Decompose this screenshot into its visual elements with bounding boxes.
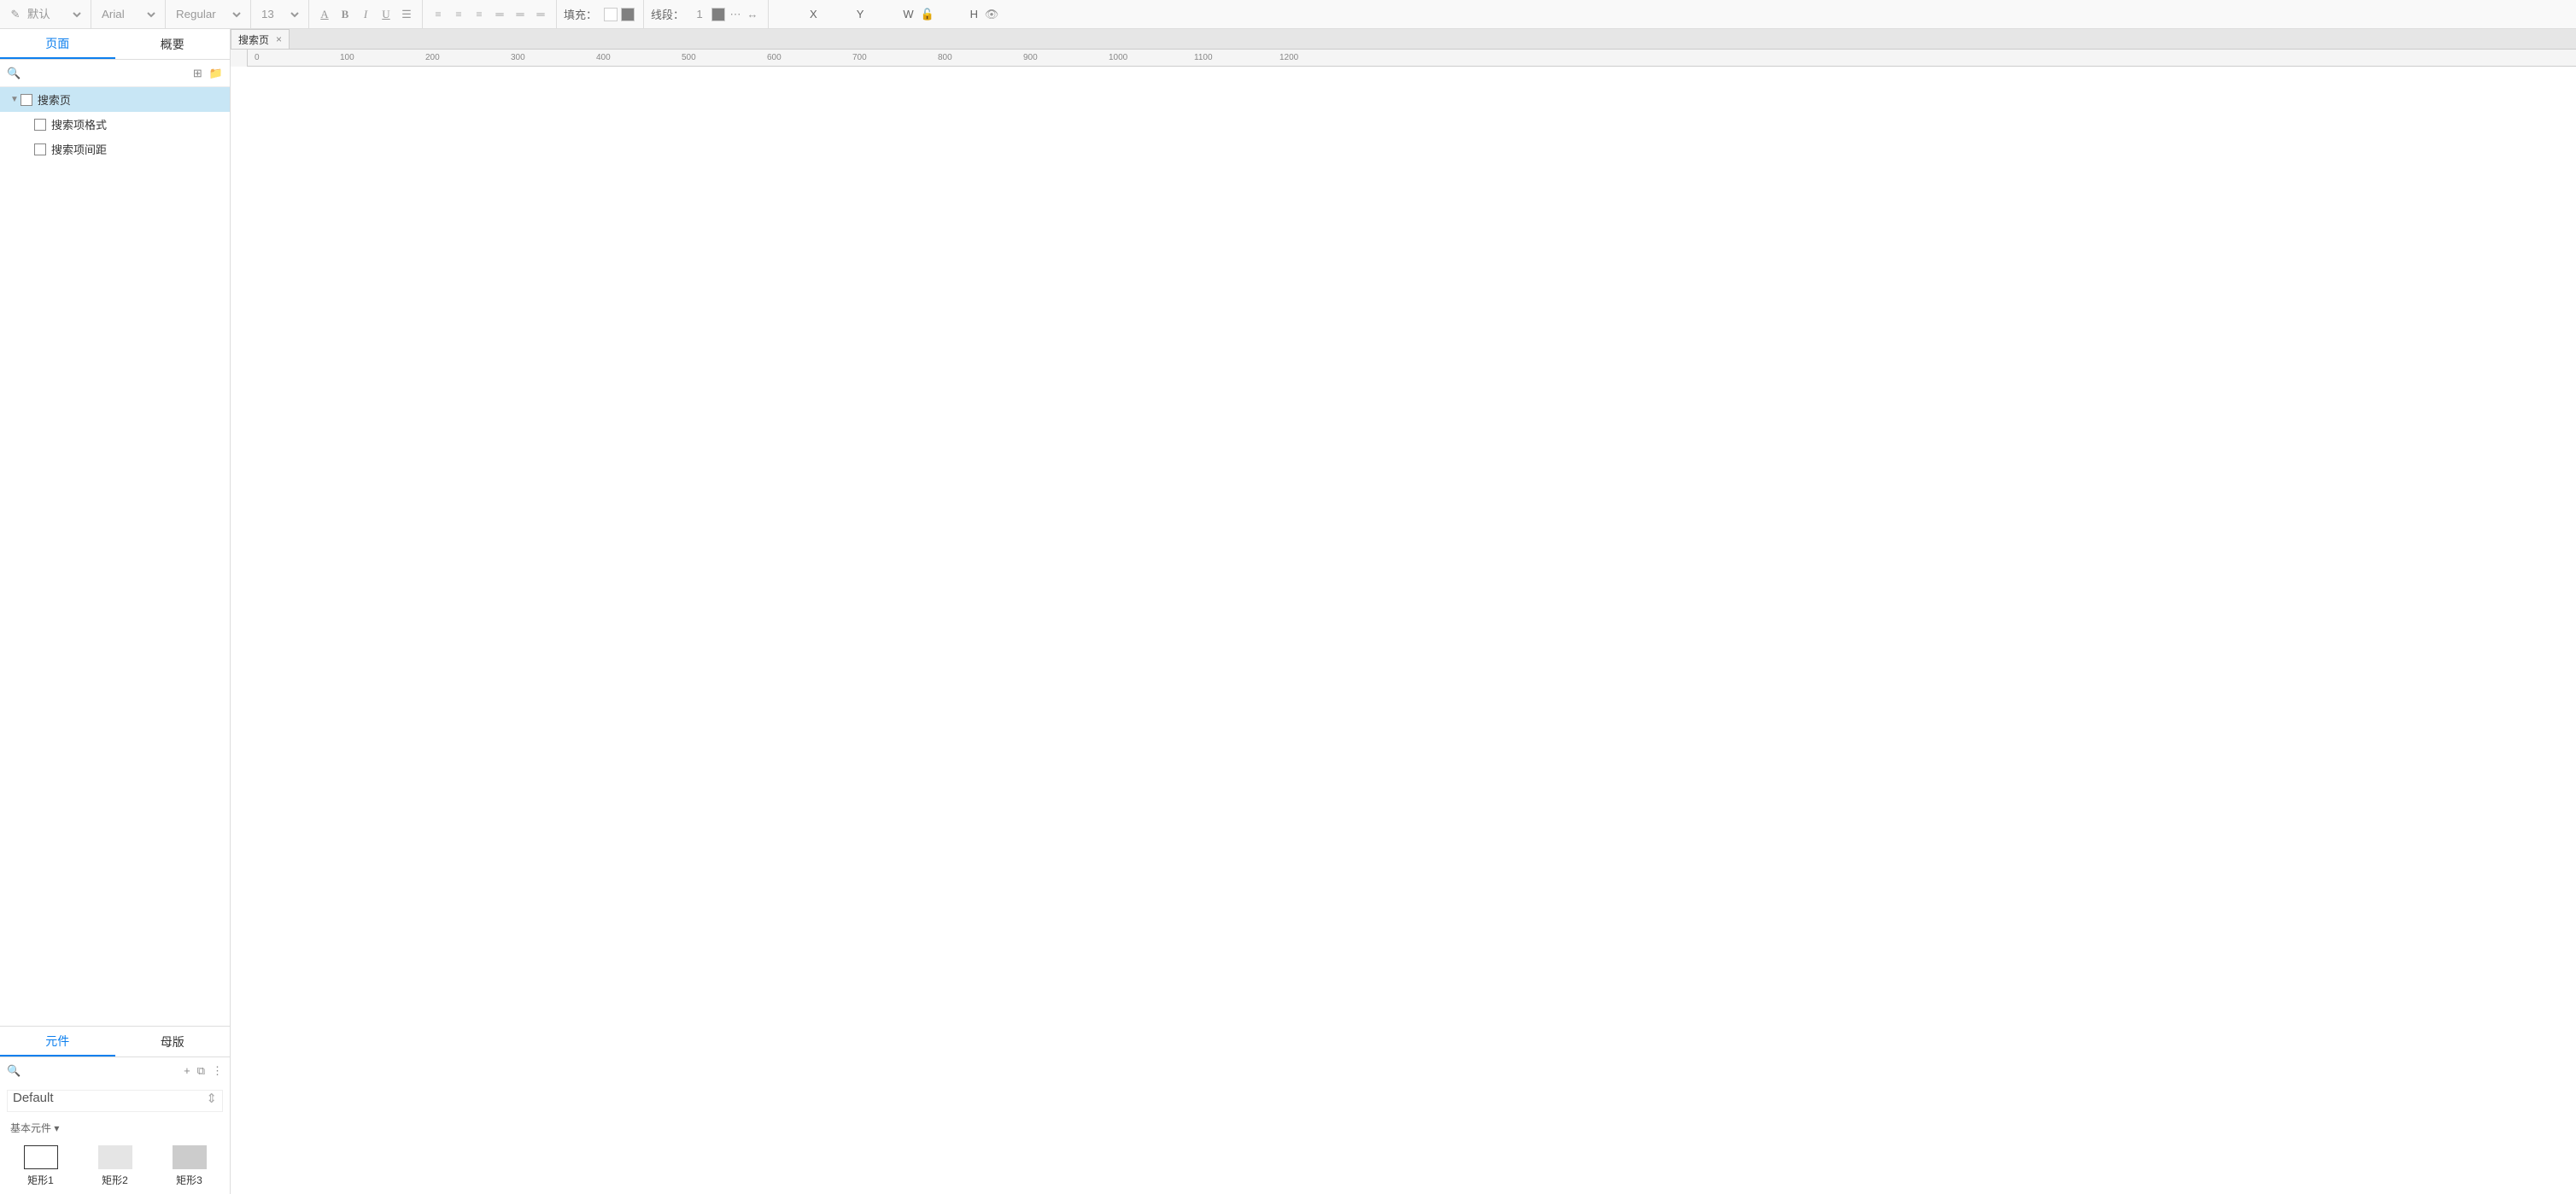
search-icon: 🔍 — [7, 67, 20, 80]
shape-rect1[interactable]: 矩形1 — [24, 1145, 58, 1187]
tab-masters[interactable]: 母版 — [115, 1027, 231, 1056]
fill-none-swatch[interactable] — [604, 8, 618, 21]
more-icon[interactable]: ⋮ — [212, 1064, 223, 1078]
line-color-swatch[interactable] — [711, 8, 725, 21]
page-icon — [20, 94, 32, 106]
document-tab-bar: 搜索页 × — [231, 29, 2576, 50]
close-tab-icon[interactable]: × — [276, 33, 282, 45]
fill-label: 填充： — [564, 6, 597, 22]
style-preset-select[interactable]: 默认 — [24, 4, 84, 25]
coord-h-input[interactable] — [936, 8, 970, 20]
page-search-input[interactable] — [24, 67, 193, 80]
coord-y-input[interactable] — [823, 8, 857, 20]
page-tree-item[interactable]: ▼ 搜索页 — [0, 87, 230, 112]
fill-solid-swatch[interactable] — [621, 8, 635, 21]
chevron-down-icon[interactable]: ▼ — [10, 95, 19, 104]
page-tree-item[interactable]: 搜索项间距 — [0, 137, 230, 161]
align-left-icon[interactable]: ≡ — [430, 6, 447, 23]
widgets-panel: 元件 母版 🔍 + ⧉ ⋮ Default ⇕ 基本元件 ▾ 矩形1 矩形2 矩… — [0, 1026, 230, 1194]
copy-widget-icon[interactable]: ⧉ — [197, 1064, 205, 1078]
italic-icon[interactable]: I — [357, 6, 374, 23]
visibility-icon[interactable]: 👁 — [983, 6, 1000, 23]
add-page-icon[interactable]: ⊞ — [193, 67, 202, 80]
search-icon: 🔍 — [7, 1064, 20, 1078]
chevron-updown-icon: ⇕ — [206, 1091, 217, 1106]
align-bottom-icon[interactable]: ═ — [532, 6, 549, 23]
line-label: 线段： — [651, 6, 684, 22]
font-size-select[interactable]: 13 — [258, 4, 302, 25]
page-icon — [34, 119, 46, 131]
ruler-horizontal: 0100200300400500600700800900100011001200 — [231, 50, 2576, 67]
page-tree: ▼ 搜索页 搜索项格式 搜索项间距 — [0, 87, 230, 1026]
line-arrow-icon[interactable]: ↔ — [744, 6, 761, 23]
top-toolbar: ✎ 默认 Arial Regular 13 A B I U ☰ ≡ ≡ ≡ ═ … — [0, 0, 2576, 29]
widget-library-select[interactable]: Default ⇕ — [7, 1090, 223, 1112]
shape-rect3[interactable]: 矩形3 — [173, 1145, 207, 1187]
lock-aspect-icon[interactable]: 🔓 — [919, 6, 936, 23]
align-top-icon[interactable]: ═ — [491, 6, 508, 23]
add-widget-icon[interactable]: + — [184, 1064, 190, 1078]
edit-style-icon[interactable]: ✎ — [7, 6, 24, 23]
canvas-area: 0100200300400500600700800900100011001200… — [231, 50, 2576, 67]
tab-widgets[interactable]: 元件 — [0, 1027, 115, 1056]
line-width-input[interactable] — [689, 8, 710, 20]
tab-pages[interactable]: 页面 — [0, 29, 115, 59]
line-style-icon[interactable]: ⋯ — [727, 6, 744, 23]
left-sidebar: 页面 概要 🔍 ⊞ 📁 ▼ 搜索页 搜索项格式 搜索项间距 元件 母版 — [0, 29, 231, 1194]
basic-widgets-label: 基本元件 ▾ — [0, 1117, 230, 1138]
list-icon[interactable]: ☰ — [398, 6, 415, 23]
ruler-origin[interactable] — [231, 50, 248, 67]
widget-search-input[interactable] — [24, 1065, 184, 1078]
document-tab[interactable]: 搜索页 × — [231, 29, 290, 49]
text-color-icon[interactable]: A — [316, 6, 333, 23]
shape-rect2[interactable]: 矩形2 — [98, 1145, 132, 1187]
font-weight-select[interactable]: Regular — [173, 4, 243, 25]
font-family-select[interactable]: Arial — [98, 4, 158, 25]
coord-w-input[interactable] — [869, 8, 903, 20]
align-center-icon[interactable]: ≡ — [450, 6, 467, 23]
align-middle-icon[interactable]: ═ — [512, 6, 529, 23]
bold-icon[interactable]: B — [337, 6, 354, 23]
page-icon — [34, 143, 46, 155]
align-right-icon[interactable]: ≡ — [471, 6, 488, 23]
coord-x-input[interactable] — [776, 8, 810, 20]
add-folder-icon[interactable]: 📁 — [209, 67, 223, 80]
tab-outline[interactable]: 概要 — [115, 29, 231, 59]
underline-icon[interactable]: U — [378, 6, 395, 23]
page-tree-item[interactable]: 搜索项格式 — [0, 112, 230, 137]
